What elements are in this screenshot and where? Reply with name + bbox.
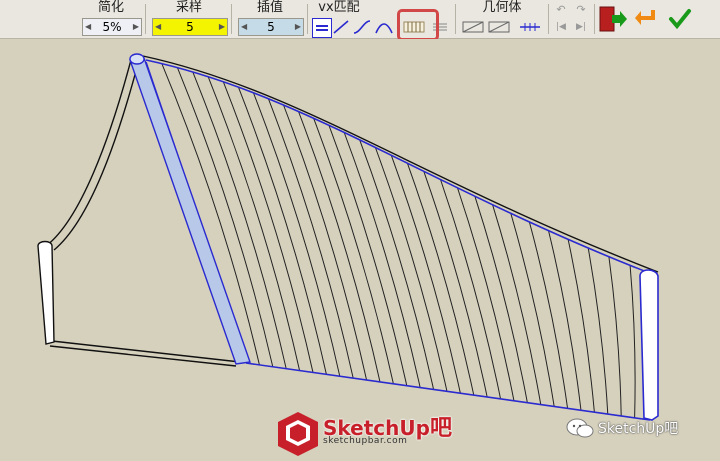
equal-lines-icon[interactable] <box>312 18 332 38</box>
redo-icon[interactable]: ↷ <box>572 2 590 16</box>
sketchup-watermark: SketchUp吧 sketchupbar.com <box>279 406 455 454</box>
viewport-background <box>0 39 720 461</box>
rect-diagonal-alt-icon[interactable] <box>488 18 510 36</box>
plugin-toolbar: 简化 ◀ 5% ▶ 采样 ◀ 5 ▶ 插值 ◀ 5 ▶ vx匹配 几何体 ↶ ↷… <box>0 0 720 41</box>
geometry-group: 几何体 <box>458 0 546 38</box>
model-viewport[interactable] <box>0 39 720 461</box>
toolbar-separator <box>145 4 146 34</box>
sampling-stepper[interactable]: ◀ 5 ▶ <box>152 18 228 36</box>
vx-match-title: vx匹配 <box>318 0 360 15</box>
s-curve-icon[interactable] <box>352 18 372 36</box>
arrow-left-icon[interactable]: ◀ <box>85 19 91 35</box>
interpolate-stepper[interactable]: ◀ 5 ▶ <box>238 18 304 36</box>
watermark-site: sketchupbar.com <box>323 436 408 446</box>
sampling-title: 采样 <box>175 0 202 15</box>
rect-diagonal-icon[interactable] <box>462 18 484 36</box>
toolbar-separator <box>455 4 456 34</box>
simplify-title: 简化 <box>97 0 124 15</box>
beam-top-cap <box>129 53 145 65</box>
hash-lines-icon[interactable] <box>518 18 542 36</box>
interpolate-value: 5 <box>267 20 275 34</box>
simplify-group: 简化 ◀ 5% ▶ <box>80 0 142 38</box>
simplify-value: 5% <box>102 20 122 34</box>
arrow-left-icon[interactable]: ◀ <box>155 19 161 35</box>
arrow-right-icon[interactable]: ▶ <box>133 19 139 35</box>
interpolate-title: 插值 <box>256 0 283 15</box>
skip-forward-icon[interactable]: ▶| <box>572 20 590 34</box>
arrow-right-icon[interactable]: ▶ <box>295 19 301 35</box>
arrow-left-icon[interactable]: ◀ <box>241 19 247 35</box>
simplify-stepper[interactable]: ◀ 5% ▶ <box>82 18 142 36</box>
toolbar-separator <box>231 4 232 34</box>
toolbar-separator <box>594 4 595 34</box>
toolbar-separator <box>548 4 549 34</box>
straight-line-icon[interactable] <box>332 18 350 36</box>
exit-door-icon[interactable] <box>598 4 628 34</box>
geometry-title: 几何体 <box>482 0 522 15</box>
skip-back-icon[interactable]: |◀ <box>552 20 570 34</box>
history-group: ↶ ↷ |◀ ▶| <box>552 0 592 38</box>
confirm-check-icon[interactable] <box>666 4 694 34</box>
watermark-brand-suffix: 吧 <box>429 416 452 441</box>
arc-icon[interactable] <box>374 18 394 36</box>
interpolate-group: 插值 ◀ 5 ▶ <box>236 0 304 38</box>
sampling-value: 5 <box>186 20 194 34</box>
wechat-label: SketchUp吧 <box>598 421 679 437</box>
toolbar-separator <box>307 4 308 34</box>
undo-icon[interactable]: ↶ <box>552 2 570 16</box>
wechat-watermark: SketchUp吧 <box>566 415 716 441</box>
wechat-icon <box>566 418 594 438</box>
back-arrow-icon[interactable] <box>632 4 660 34</box>
right-post <box>639 269 659 421</box>
highlight-box <box>397 9 439 41</box>
arrow-right-icon[interactable]: ▶ <box>219 19 225 35</box>
sampling-group: 采样 ◀ 5 ▶ <box>150 0 228 38</box>
